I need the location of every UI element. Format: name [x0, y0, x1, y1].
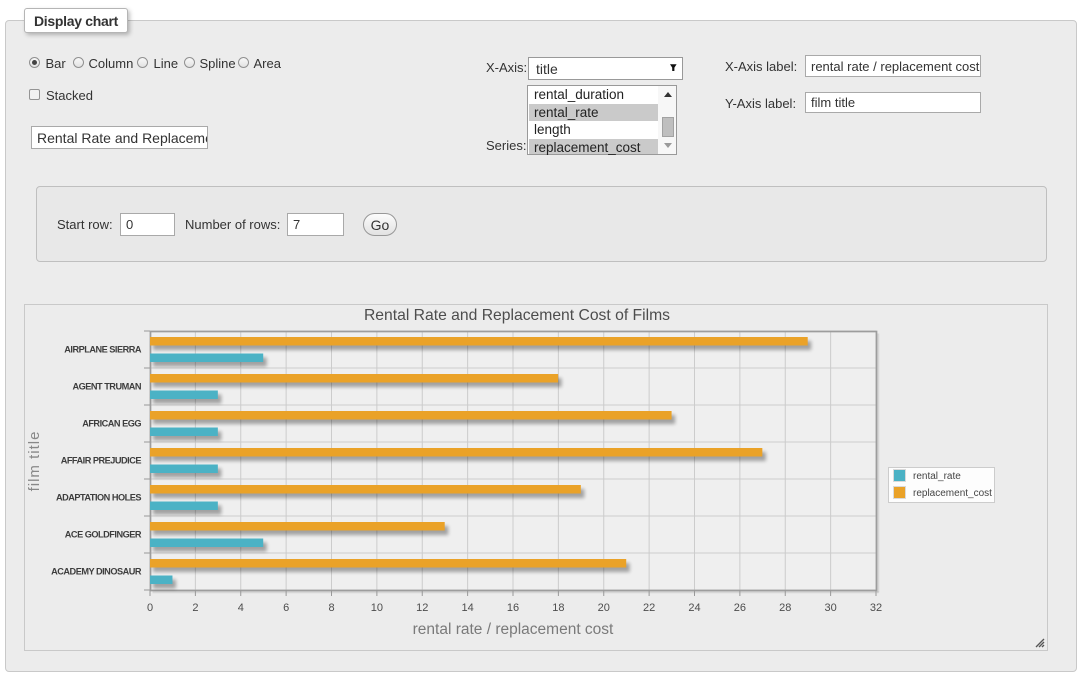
svg-text:AFRICAN EGG: AFRICAN EGG — [82, 419, 141, 429]
svg-text:28: 28 — [779, 602, 791, 614]
svg-text:AIRPLANE SIERRA: AIRPLANE SIERRA — [64, 345, 142, 355]
svg-text:32: 32 — [870, 602, 882, 614]
svg-text:4: 4 — [238, 602, 244, 614]
svg-text:10: 10 — [371, 602, 383, 614]
svg-text:ACADEMY DINOSAUR: ACADEMY DINOSAUR — [51, 567, 142, 577]
svg-text:26: 26 — [734, 602, 746, 614]
svg-text:30: 30 — [825, 602, 837, 614]
svg-text:ADAPTATION HOLES: ADAPTATION HOLES — [56, 493, 141, 503]
svg-text:20: 20 — [598, 602, 610, 614]
svg-text:22: 22 — [643, 602, 655, 614]
svg-text:14: 14 — [462, 602, 474, 614]
svg-text:16: 16 — [507, 602, 519, 614]
svg-text:ACE GOLDFINGER: ACE GOLDFINGER — [65, 530, 142, 540]
svg-text:2: 2 — [192, 602, 198, 614]
svg-text:18: 18 — [552, 602, 564, 614]
svg-text:rental rate / replacement cost: rental rate / replacement cost — [413, 621, 614, 638]
svg-text:AGENT TRUMAN: AGENT TRUMAN — [72, 382, 141, 392]
svg-text:8: 8 — [328, 602, 334, 614]
svg-text:0: 0 — [147, 602, 153, 614]
svg-text:replacement_cost: replacement_cost — [913, 488, 992, 499]
svg-text:6: 6 — [283, 602, 289, 614]
svg-text:film title: film title — [26, 431, 43, 492]
svg-text:12: 12 — [416, 602, 428, 614]
svg-text:Rental Rate and Replacement Co: Rental Rate and Replacement Cost of Film… — [364, 307, 670, 324]
svg-text:AFFAIR PREJUDICE: AFFAIR PREJUDICE — [61, 456, 142, 466]
svg-text:24: 24 — [688, 602, 700, 614]
svg-text:rental_rate: rental_rate — [913, 471, 961, 482]
